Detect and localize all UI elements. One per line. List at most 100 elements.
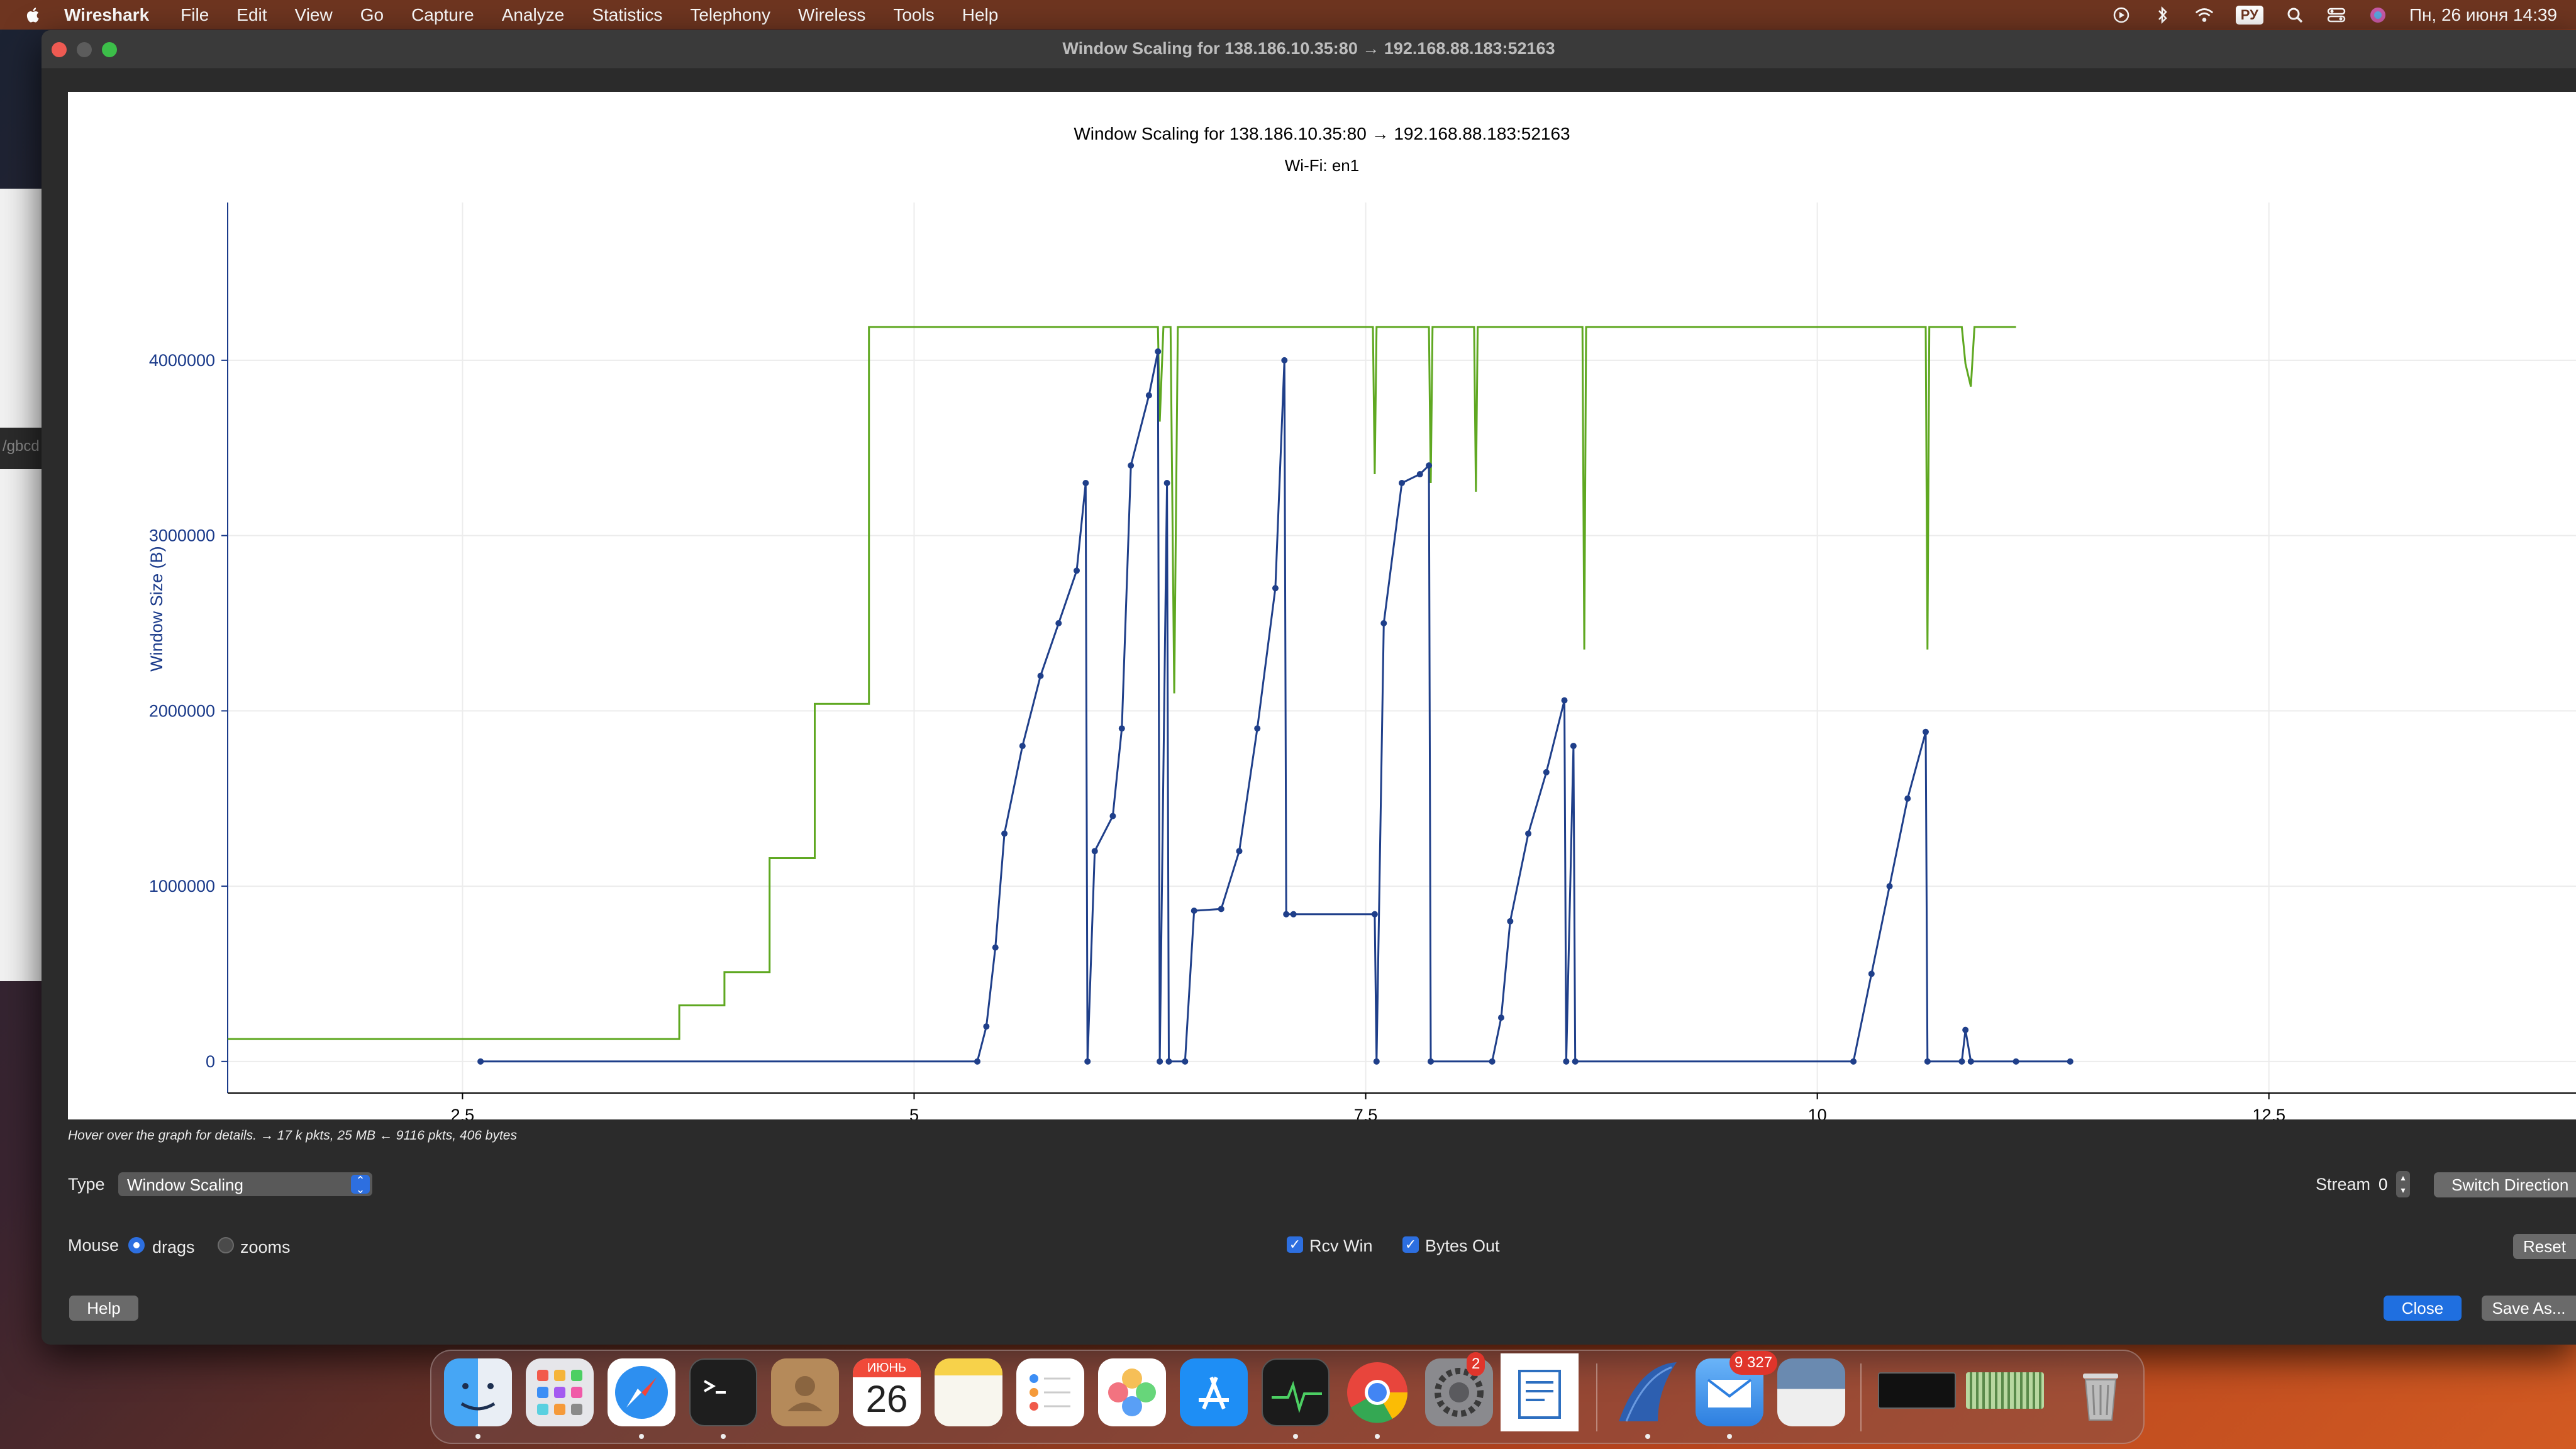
window-scaling-graph[interactable]: Window Scaling for 138.186.10.35:80 → 19…: [68, 92, 2576, 1119]
reminders-icon[interactable]: [1016, 1358, 1084, 1426]
menu-wireless[interactable]: Wireless: [798, 5, 865, 25]
bytes-out-point: [1001, 830, 1008, 837]
apple-logo-icon[interactable]: [24, 6, 43, 25]
activity-monitor-icon[interactable]: [1262, 1358, 1330, 1426]
menu-bar-clock[interactable]: Пн, 26 июня 14:39: [2409, 5, 2557, 25]
mail-badge: 9 327: [1729, 1351, 1778, 1375]
bytes-out-point: [1155, 348, 1162, 355]
rcv-win-checkbox[interactable]: ✓: [1287, 1236, 1303, 1253]
menu-telephony[interactable]: Telephony: [690, 5, 770, 25]
rcv-win-label: Rcv Win: [1309, 1236, 1373, 1255]
bytes-out-point: [1037, 672, 1044, 679]
document-viewer-icon[interactable]: [1501, 1353, 1579, 1431]
bytes-out-point: [1543, 769, 1550, 775]
bytes-out-point: [1525, 830, 1532, 837]
menu-tools[interactable]: Tools: [893, 5, 934, 25]
chevron-updown-icon: ⌃ ⌄: [351, 1175, 370, 1195]
zooms-radio[interactable]: [218, 1237, 234, 1253]
drags-radio[interactable]: [128, 1237, 145, 1253]
keyboard-layout-indicator[interactable]: РУ: [2235, 5, 2263, 25]
bytes-out-point: [1055, 619, 1062, 626]
bytes-out-label: Bytes Out: [1425, 1236, 1500, 1255]
bytes-out-point: [1118, 725, 1125, 732]
chart-subtitle: Wi-Fi: en1: [1285, 156, 1359, 175]
y-tick-label: 3000000: [149, 526, 215, 545]
bytes-out-point: [1073, 567, 1080, 574]
bytes-out-point: [1426, 462, 1433, 469]
launchpad-icon[interactable]: [526, 1358, 594, 1426]
bytes-out-point: [1497, 1014, 1504, 1021]
stream-stepper[interactable]: ▴ ▾: [2396, 1171, 2410, 1197]
menu-app-name[interactable]: Wireshark: [64, 5, 149, 25]
bytes-out-point: [1380, 619, 1387, 626]
bytes-out-point: [1283, 911, 1290, 918]
photos-icon[interactable]: [1098, 1358, 1166, 1426]
menu-go[interactable]: Go: [360, 5, 384, 25]
y-axis-label: Window Size (B): [147, 546, 166, 672]
bytes-out-point: [1218, 906, 1224, 913]
wifi-icon[interactable]: [2194, 5, 2214, 25]
bluetooth-icon[interactable]: [2153, 5, 2173, 25]
graph-type-select[interactable]: Window Scaling ⌃ ⌄: [118, 1172, 372, 1196]
app-store-icon[interactable]: [1180, 1358, 1248, 1426]
menu-help[interactable]: Help: [962, 5, 999, 25]
control-center-icon[interactable]: [2326, 5, 2346, 25]
menu-analyze[interactable]: Analyze: [502, 5, 565, 25]
bytes-out-point: [1967, 1058, 1974, 1065]
contacts-icon[interactable]: [771, 1358, 839, 1426]
wireshark-running-indicator: [1645, 1434, 1650, 1439]
terminal-icon[interactable]: [689, 1358, 757, 1426]
window-title: Window Scaling for 138.186.10.35:80 → 19…: [1062, 39, 1555, 58]
window-scaling-dialog: Window Scaling for 138.186.10.35:80 → 19…: [42, 30, 2576, 1345]
calendar-icon[interactable]: ИЮНЬ 26: [853, 1358, 921, 1426]
bytes-out-point: [1191, 908, 1197, 914]
switch-direction-button[interactable]: Switch Direction: [2434, 1172, 2576, 1197]
bytes-out-point: [1165, 1058, 1172, 1065]
terminal-window-thumbnail[interactable]: [1878, 1372, 1956, 1409]
bytes-out-point: [1157, 1058, 1163, 1065]
notes-icon[interactable]: [935, 1358, 1002, 1426]
close-button[interactable]: Close: [2384, 1296, 2462, 1321]
wireshark-icon[interactable]: [1614, 1358, 1682, 1426]
finder-icon[interactable]: [444, 1358, 512, 1426]
reset-button[interactable]: Reset: [2513, 1234, 2576, 1259]
menu-bar-status: РУ Пн, 26 июня 14:39: [2111, 0, 2557, 30]
bytes-out-point: [1373, 1058, 1380, 1065]
bytes-out-checkbox[interactable]: ✓: [1402, 1236, 1419, 1253]
menu-statistics[interactable]: Statistics: [592, 5, 662, 25]
siri-icon[interactable]: [2368, 5, 2388, 25]
bytes-out-point: [1958, 1058, 1965, 1065]
bytes-out-point: [1416, 471, 1423, 478]
window-scaling-chart[interactable]: Window Scaling for 138.186.10.35:80 → 19…: [68, 92, 2576, 1119]
window-title-bar[interactable]: Window Scaling for 138.186.10.35:80 → 19…: [42, 30, 2576, 69]
mail-running-indicator: [1727, 1434, 1732, 1439]
screen-record-icon[interactable]: [2111, 5, 2131, 25]
bytes-out-point: [1236, 848, 1243, 855]
bytes-out-point: [1281, 357, 1288, 364]
menu-capture[interactable]: Capture: [411, 5, 474, 25]
bytes-out-point: [1570, 743, 1577, 750]
settings-badge: 2: [1467, 1352, 1485, 1376]
calendar-month: ИЮНЬ: [853, 1358, 921, 1377]
bytes-out-point: [1850, 1058, 1857, 1065]
stream-label: Stream: [2316, 1175, 2371, 1194]
safari-running-indicator: [639, 1434, 644, 1439]
x-tick-label: 7.5: [1354, 1106, 1378, 1119]
chrome-icon[interactable]: [1343, 1358, 1411, 1426]
menu-view[interactable]: View: [295, 5, 333, 25]
bytes-out-point: [1572, 1058, 1579, 1065]
bytes-out-point: [1019, 743, 1026, 750]
help-button[interactable]: Help: [69, 1296, 138, 1321]
wireshark-window-thumbnail[interactable]: [1966, 1372, 2044, 1409]
spotlight-search-icon[interactable]: [2285, 5, 2305, 25]
bytes-out-point: [1507, 918, 1514, 924]
save-as-button[interactable]: Save As...: [2482, 1296, 2576, 1321]
bytes-out-point: [1091, 848, 1098, 855]
trash-icon[interactable]: [2067, 1358, 2135, 1426]
safari-icon[interactable]: [608, 1358, 675, 1426]
menu-file[interactable]: File: [180, 5, 209, 25]
preview-icon[interactable]: [1777, 1358, 1845, 1426]
menu-edit[interactable]: Edit: [236, 5, 267, 25]
finder-running-indicator: [475, 1434, 480, 1439]
menu-bar: Wireshark File Edit View Go Capture Anal…: [0, 0, 2576, 30]
